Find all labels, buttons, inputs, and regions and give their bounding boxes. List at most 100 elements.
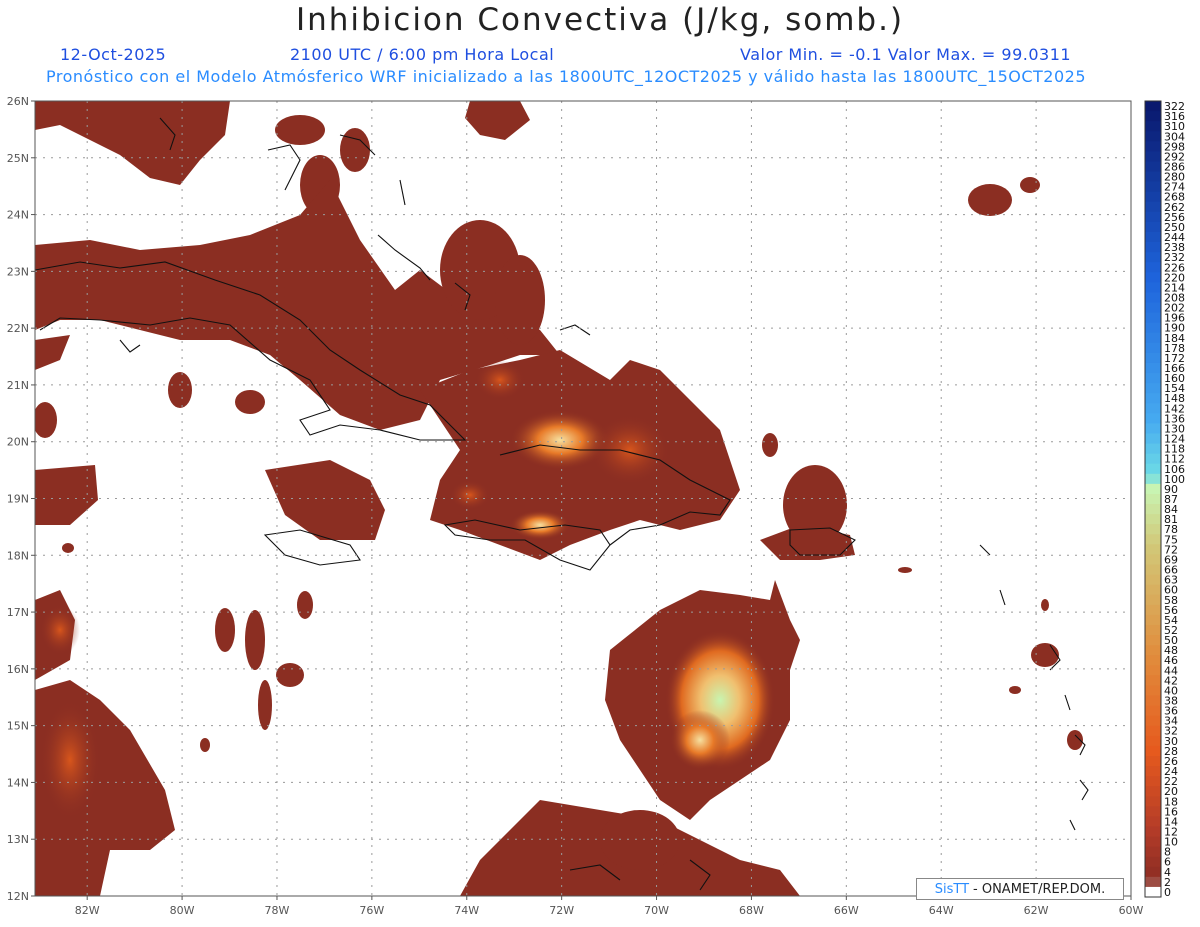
lon-tick-label: 72W (549, 904, 574, 917)
colorbar-swatch (1145, 262, 1161, 273)
min-max-values: Valor Min. = -0.1 Valor Max. = 99.0311 (740, 45, 1072, 64)
colorbar-swatch (1145, 191, 1161, 203)
colorbar-swatch (1145, 876, 1161, 888)
colorbar-swatch (1145, 735, 1161, 747)
colorbar-swatch (1145, 776, 1161, 787)
forecast-map: 82W 80W 78W 76W 74W 72W 70W 68W 66W 64W 62W 60W 12N… (7, 95, 1185, 917)
colorbar-swatch (1145, 755, 1161, 767)
lon-tick-label: 62W (1024, 904, 1049, 917)
colorbar-swatch (1145, 675, 1161, 686)
colorbar-swatch (1145, 282, 1161, 293)
colorbar-swatch (1145, 614, 1161, 626)
colorbar-swatch (1145, 685, 1161, 696)
lat-tick-label: 20N (7, 436, 29, 449)
colorbar-swatch (1145, 766, 1161, 777)
credit-text: - ONAMET/REP.DOM. (973, 881, 1106, 897)
colorbar-swatch (1145, 635, 1161, 646)
colorbar-swatch (1145, 574, 1161, 586)
colorbar-swatch (1145, 504, 1161, 515)
credit-box: SisTT - ONAMET/REP.DOM. (916, 878, 1124, 900)
colorbar-swatch (1145, 453, 1161, 465)
lon-tick-label: 68W (739, 904, 764, 917)
colorbar-swatch (1145, 796, 1161, 807)
colorbar-swatch (1145, 836, 1161, 848)
colorbar-swatch (1145, 423, 1161, 435)
lon-tick-label: 70W (644, 904, 669, 917)
colorbar-swatch (1145, 856, 1161, 868)
colorbar-swatch (1145, 816, 1161, 827)
lat-tick-label: 18N (7, 549, 29, 562)
colorbar-swatch (1145, 413, 1161, 424)
colorbar-swatch (1145, 665, 1161, 676)
lon-tick-label: 66W (834, 904, 859, 917)
colorbar-swatch (1145, 564, 1161, 576)
colorbar-swatch (1145, 181, 1161, 193)
lat-tick-label: 25N (7, 152, 29, 165)
lat-tick-label: 21N (7, 379, 29, 392)
colorbar-swatch (1145, 655, 1161, 666)
colorbar-label: 0 (1164, 886, 1171, 899)
colorbar: 3223163103042982922862802742682622562502… (1144, 100, 1185, 899)
lon-tick-label: 64W (929, 904, 954, 917)
colorbar-swatch (1145, 584, 1161, 596)
colorbar-swatch (1145, 403, 1161, 414)
colorbar-swatch (1145, 786, 1161, 797)
colorbar-swatch (1145, 373, 1161, 384)
colorbar-swatch (1145, 705, 1161, 717)
colorbar-swatch (1145, 514, 1161, 525)
lat-tick-label: 22N (7, 322, 29, 335)
colorbar-swatch (1145, 483, 1161, 495)
colorbar-swatch (1145, 131, 1161, 142)
colorbar-swatch (1145, 322, 1161, 334)
colorbar-swatch (1145, 312, 1161, 324)
colorbar-swatch (1145, 493, 1161, 505)
lon-tick-label: 80W (170, 904, 195, 917)
colorbar-swatch (1145, 544, 1161, 555)
lat-tick-label: 26N (7, 95, 29, 108)
colorbar-swatch (1145, 221, 1161, 233)
colorbar-swatch (1145, 231, 1161, 243)
lon-tick-label: 60W (1119, 904, 1144, 917)
colorbar-swatch (1145, 866, 1161, 878)
colorbar-swatch (1145, 715, 1161, 727)
colorbar-swatch (1145, 272, 1161, 283)
colorbar-swatch (1145, 292, 1161, 304)
colorbar-swatch (1145, 171, 1161, 183)
colorbar-swatch (1145, 252, 1161, 263)
colorbar-swatch (1145, 745, 1161, 757)
colorbar-swatch (1145, 473, 1161, 485)
colorbar-swatch (1145, 161, 1161, 173)
colorbar-swatch (1145, 806, 1161, 817)
forecast-date: 12-Oct-2025 (60, 45, 167, 64)
colorbar-swatch (1145, 524, 1161, 535)
colorbar-swatch (1145, 302, 1161, 314)
cin-field (35, 101, 1131, 896)
model-description: Pronóstico con el Modelo Atmósferico WRF… (46, 67, 1087, 86)
colorbar-swatch (1145, 645, 1161, 656)
lat-tick-label: 17N (7, 606, 29, 619)
lon-tick-label: 78W (265, 904, 290, 917)
colorbar-swatch (1145, 242, 1161, 253)
colorbar-swatch (1145, 534, 1161, 545)
colorbar-swatch (1145, 433, 1161, 445)
colorbar-swatch (1145, 201, 1161, 213)
forecast-time: 2100 UTC / 6:00 pm Hora Local (290, 45, 555, 64)
colorbar-swatch (1145, 121, 1161, 132)
colorbar-swatch (1145, 101, 1161, 112)
colorbar-swatch (1145, 211, 1161, 223)
colorbar-swatch (1145, 111, 1161, 122)
lon-tick-label: 74W (454, 904, 479, 917)
map-title: Inhibicion Convectiva (J/kg, somb.) (295, 2, 905, 38)
lat-tick-label: 12N (7, 890, 29, 903)
colorbar-swatch (1145, 332, 1161, 344)
lat-tick-label: 14N (7, 776, 29, 789)
lat-tick-label: 16N (7, 663, 29, 676)
colorbar-swatch (1145, 594, 1161, 606)
colorbar-swatch (1145, 352, 1161, 364)
colorbar-swatch (1145, 342, 1161, 354)
lat-tick-label: 23N (7, 265, 29, 278)
colorbar-swatch (1145, 604, 1161, 616)
colorbar-swatch (1145, 443, 1161, 455)
lat-tick-label: 24N (7, 209, 29, 222)
lon-tick-label: 82W (75, 904, 100, 917)
